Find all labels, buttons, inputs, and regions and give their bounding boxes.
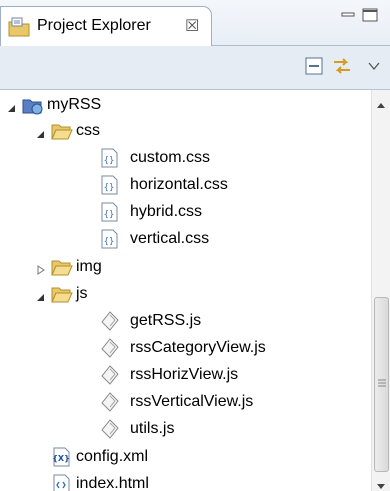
web-project-icon	[21, 94, 43, 116]
js-file-icon	[99, 310, 121, 332]
tree-item-file[interactable]: rssVerticalView.js	[0, 389, 371, 415]
open-folder-icon	[51, 120, 73, 142]
scroll-up-arrow-icon[interactable]	[375, 96, 387, 108]
tree-label: img	[76, 258, 102, 275]
css-file-icon: {}	[99, 201, 121, 223]
tree-item-file[interactable]: utils.js	[0, 416, 371, 442]
vertical-scrollbar[interactable]	[371, 90, 390, 491]
tree-label: custom.css	[130, 149, 211, 166]
tree-label: horizontal.css	[130, 176, 228, 193]
svg-text:{}: {}	[104, 156, 115, 166]
tree-label: utils.js	[130, 420, 175, 437]
open-folder-icon	[51, 283, 73, 305]
open-folder-icon	[51, 256, 73, 278]
tree-item-file[interactable]: getRSS.js	[0, 308, 371, 334]
tree-label: hybrid.css	[130, 203, 203, 220]
js-file-icon	[99, 418, 121, 440]
scrollbar-thumb[interactable]	[374, 297, 389, 472]
tab-project-explorer[interactable]: Project Explorer ☒	[0, 6, 212, 46]
js-file-icon	[99, 391, 121, 413]
tree-label: myRSS	[47, 96, 102, 113]
view-menu-icon[interactable]	[368, 58, 380, 71]
scroll-down-arrow-icon[interactable]	[375, 478, 387, 489]
maximize-icon[interactable]	[362, 8, 378, 22]
tree-item-folder-img[interactable]: img	[0, 254, 371, 280]
html-file-icon	[51, 473, 73, 491]
tree-label: rssHorizView.js	[130, 366, 239, 383]
view-toolbar	[0, 46, 390, 90]
tree-item-file[interactable]: {} custom.css	[0, 145, 371, 171]
tree-item-file[interactable]: index.html	[0, 471, 371, 491]
svg-text:{}: {}	[104, 183, 115, 193]
css-file-icon: {}	[99, 147, 121, 169]
minimize-icon[interactable]	[341, 8, 355, 20]
css-file-icon: {}	[99, 228, 121, 250]
tree-item-file[interactable]: {} vertical.css	[0, 226, 371, 252]
tree-item-folder-css[interactable]: css	[0, 118, 371, 144]
tree-label: index.html	[76, 475, 149, 491]
tree-item-project[interactable]: myRSS	[0, 92, 371, 118]
js-file-icon	[99, 337, 121, 359]
xml-file-icon: {X}	[51, 446, 73, 468]
grip-icon	[378, 375, 386, 387]
tree-item-file[interactable]: rssHorizView.js	[0, 362, 371, 388]
js-file-icon	[99, 364, 121, 386]
svg-text:{}: {}	[104, 210, 115, 220]
tree-label: rssVerticalView.js	[130, 393, 254, 410]
tree-label: css	[76, 122, 100, 139]
tree-item-folder-js[interactable]: js	[0, 281, 371, 307]
tree-item-file[interactable]: rssCategoryView.js	[0, 335, 371, 361]
tree-label: js	[76, 285, 88, 302]
tree-label: rssCategoryView.js	[130, 339, 266, 356]
tree-label: getRSS.js	[130, 312, 202, 329]
tree-label: config.xml	[76, 448, 149, 465]
tree-item-file[interactable]: {} hybrid.css	[0, 199, 371, 225]
expanded-triangle-icon[interactable]	[36, 290, 46, 301]
project-tree: myRSS css {} custom.css {} horizontal.cs…	[0, 90, 371, 491]
close-icon[interactable]: ☒	[185, 16, 199, 36]
tree-label: vertical.css	[130, 230, 210, 247]
tree-item-file[interactable]: {X} config.xml	[0, 444, 371, 470]
view-tab-strip: Project Explorer ☒	[0, 0, 390, 46]
project-explorer-icon	[8, 17, 30, 37]
collapse-all-icon[interactable]	[305, 57, 323, 75]
collapsed-triangle-icon[interactable]	[36, 262, 46, 275]
link-with-editor-icon[interactable]	[331, 55, 353, 77]
tree-item-file[interactable]: {} horizontal.css	[0, 172, 371, 198]
expanded-triangle-icon[interactable]	[7, 101, 17, 112]
tab-title: Project Explorer	[37, 17, 151, 34]
svg-text:{X}: {X}	[52, 454, 70, 463]
svg-text:{}: {}	[104, 237, 115, 247]
css-file-icon: {}	[99, 174, 121, 196]
expanded-triangle-icon[interactable]	[36, 127, 46, 138]
